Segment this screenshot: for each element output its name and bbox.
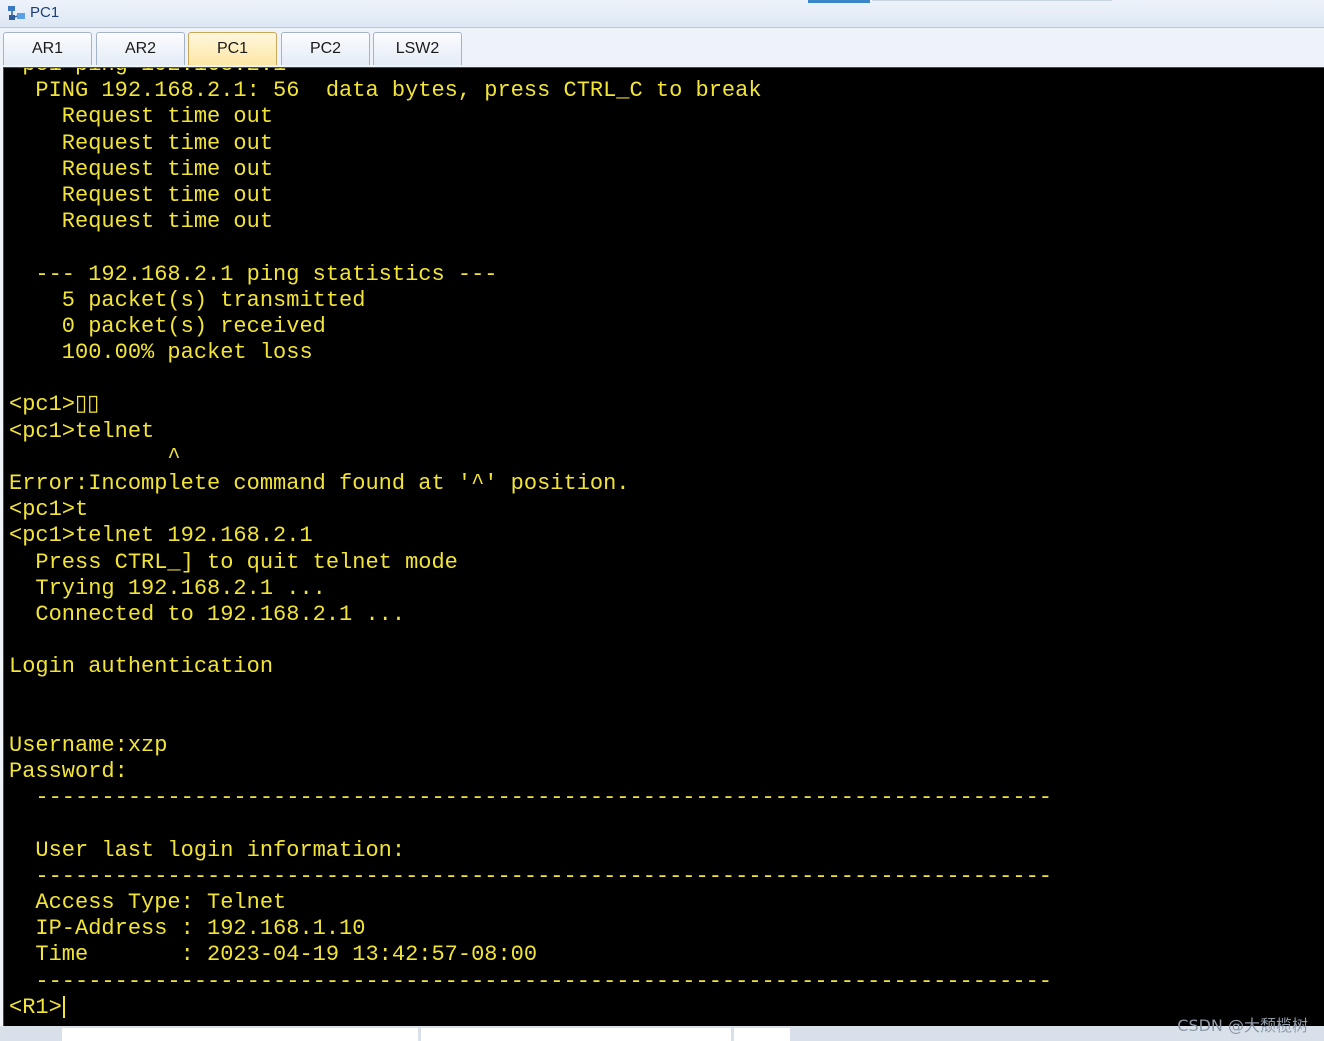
terminal-line: Request time out [9, 182, 274, 208]
title-divider [872, 0, 1112, 1]
terminal-prompt: <R1> [9, 994, 62, 1020]
terminal-line: <pc1>telnet 192.168.2.1 [9, 523, 313, 549]
terminal-line: 0 packet(s) received [9, 313, 326, 339]
tab-pc2[interactable]: PC2 [281, 32, 370, 65]
network-topology-icon [8, 6, 25, 20]
terminal-line: --- 192.168.2.1 ping statistics --- [9, 261, 498, 287]
terminal-line: Username:xzp [9, 732, 168, 758]
terminal-line: ----------------------------------------… [9, 785, 1052, 811]
tab-lsw2[interactable]: LSW2 [373, 32, 462, 65]
terminal-line: Login authentication [9, 654, 274, 680]
terminal-line: 100.00% packet loss [9, 340, 313, 366]
window-title: PC1 [30, 4, 60, 21]
watermark: CSDN @大颓榄树 [1177, 1016, 1308, 1035]
tab-ar2[interactable]: AR2 [96, 32, 185, 65]
terminal-line: PING 192.168.2.1: 56 data bytes, press C… [9, 78, 762, 104]
terminal-line: Request time out [9, 209, 274, 235]
terminal-line: Request time out [9, 104, 274, 130]
terminal-line: ----------------------------------------… [9, 968, 1052, 994]
status-bar [0, 1026, 1324, 1041]
terminal-line: <pc1>telnet [9, 418, 155, 444]
terminal-line: IP-Address : 192.168.1.10 [9, 916, 366, 942]
terminal-line: Request time out [9, 156, 274, 182]
text-cursor [62, 995, 65, 1018]
status-segment [62, 1028, 418, 1041]
terminal-line: Time : 2023-04-19 13:42:57-08:00 [9, 942, 538, 968]
terminal-output: <pc1>ping 192.168.2.1 PING 192.168.2.1: … [9, 68, 1052, 1021]
terminal-line: Request time out [9, 130, 274, 156]
tab-pc1[interactable]: PC1 [188, 32, 277, 65]
terminal-line: <pc1>▯▯ [9, 392, 100, 418]
terminal-line: Password: [9, 759, 128, 785]
terminal-console[interactable]: <pc1>ping 192.168.2.1 PING 192.168.2.1: … [3, 67, 1324, 1027]
device-tab-strip: AR1 AR2 PC1 PC2 LSW2 [0, 28, 1324, 67]
terminal-line: Connected to 192.168.2.1 ... [9, 601, 406, 627]
terminal-line: ----------------------------------------… [9, 863, 1052, 889]
terminal-line: Press CTRL_] to quit telnet mode [9, 549, 458, 575]
title-accent-line [808, 0, 870, 3]
terminal-line: Error:Incomplete command found at '^' po… [9, 471, 630, 496]
terminal-line: Access Type: Telnet [9, 890, 287, 915]
status-segment [734, 1028, 790, 1041]
terminal-line: <pc1>t [9, 497, 89, 523]
terminal-line: User last login information: [9, 837, 406, 863]
terminal-prompt-line[interactable]: <R1> [9, 995, 1052, 1021]
terminal-line: Trying 192.168.2.1 ... [9, 575, 326, 601]
status-segment [421, 1028, 731, 1041]
title-bar: PC1 [0, 0, 1324, 28]
terminal-line: <pc1>ping 192.168.2.1 [9, 68, 1052, 78]
terminal-line: ^ [9, 444, 181, 470]
terminal-line: 5 packet(s) transmitted [9, 287, 366, 313]
tab-ar1[interactable]: AR1 [3, 32, 92, 65]
